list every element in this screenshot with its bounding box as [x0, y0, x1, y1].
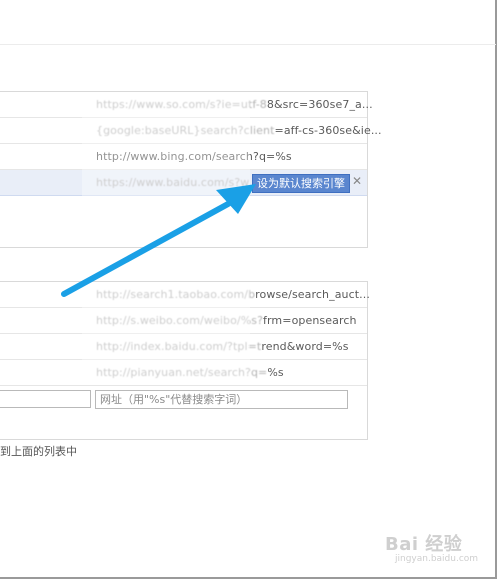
keyword-input[interactable] — [0, 390, 91, 408]
url-input[interactable] — [95, 390, 348, 409]
close-icon[interactable]: ✕ — [352, 174, 362, 188]
hint-text: 到上面的列表中 — [0, 445, 77, 458]
blur-overlay — [82, 92, 250, 246]
header-divider — [0, 44, 496, 45]
watermark-logo: Bai 经验 jingyan.baidu.com — [385, 534, 479, 564]
blur-overlay — [82, 282, 250, 384]
make-default-button[interactable]: 设为默认搜索引擎 — [252, 174, 350, 193]
